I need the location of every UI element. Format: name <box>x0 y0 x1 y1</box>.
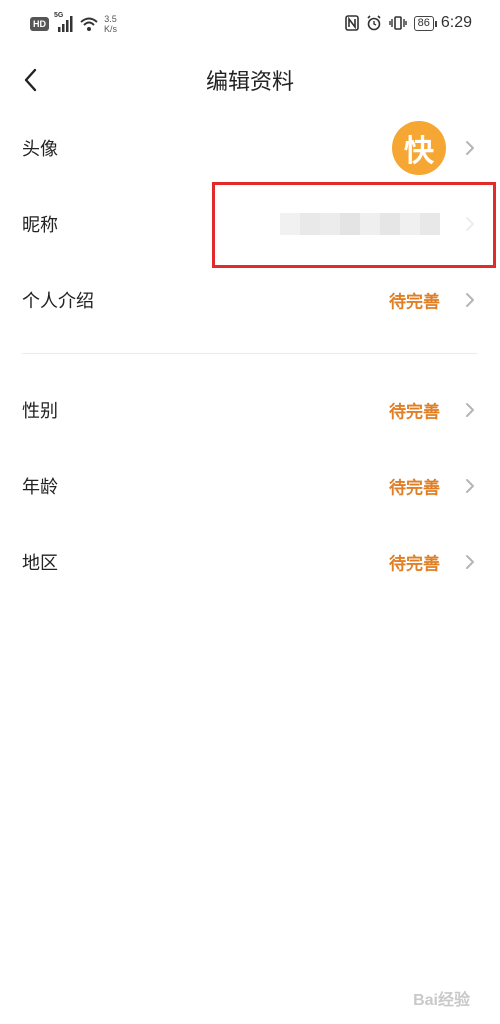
page-title: 编辑资料 <box>205 70 294 95</box>
region-row-value: 待完善 <box>389 554 440 575</box>
gender-row-value: 待完善 <box>389 402 440 423</box>
chevron-right-icon <box>466 479 474 493</box>
nickname-row-label: 昵称 <box>22 215 58 236</box>
intro-row-value: 待完善 <box>389 292 440 313</box>
section-divider <box>22 353 478 354</box>
age-row[interactable]: 年龄 待完善 <box>0 448 500 524</box>
avatar-row[interactable]: 头像 快 <box>0 110 500 186</box>
network-speed-value: 3.5 <box>104 14 117 24</box>
vibrate-icon <box>388 16 407 30</box>
chevron-right-icon <box>466 141 474 155</box>
age-row-label: 年龄 <box>22 477 58 498</box>
network-speed-unit: K/s <box>104 24 118 34</box>
status-bar-left: HD 5G 3.5 K/s <box>30 12 117 34</box>
avatar-row-label: 头像 <box>22 139 58 160</box>
status-bar-right: 86 6:29 <box>344 14 472 32</box>
region-row[interactable]: 地区 待完善 <box>0 524 500 600</box>
avatar-glyph: 快 <box>404 134 434 169</box>
intro-row[interactable]: 个人介绍 待完善 <box>0 262 500 338</box>
red-highlight-box <box>212 182 496 268</box>
intro-row-label: 个人介绍 <box>22 291 94 312</box>
nfc-icon <box>344 15 359 31</box>
cellular-signal-icon: 5G <box>54 12 74 33</box>
chevron-right-icon <box>466 293 474 307</box>
watermark: Bai经验 <box>413 992 470 1009</box>
network-generation-label: 5G <box>54 12 64 19</box>
hd-badge: HD <box>30 17 49 31</box>
gender-row[interactable]: 性别 待完善 <box>0 372 500 448</box>
status-bar: HD 5G 3.5 K/s 86 6:29 <box>0 0 500 56</box>
battery-indicator: 86 <box>413 15 438 31</box>
title-bar: 编辑资料 <box>0 56 500 104</box>
alarm-icon <box>367 15 381 31</box>
network-speed: 3.5 K/s <box>104 14 117 34</box>
region-row-label: 地区 <box>22 553 58 574</box>
avatar: 快 <box>392 121 446 175</box>
chevron-right-icon <box>466 403 474 417</box>
chevron-right-icon <box>466 555 474 569</box>
gender-row-label: 性别 <box>22 401 58 422</box>
age-row-value: 待完善 <box>389 478 440 499</box>
status-clock: 6:29 <box>440 14 472 31</box>
wifi-icon <box>80 17 98 31</box>
